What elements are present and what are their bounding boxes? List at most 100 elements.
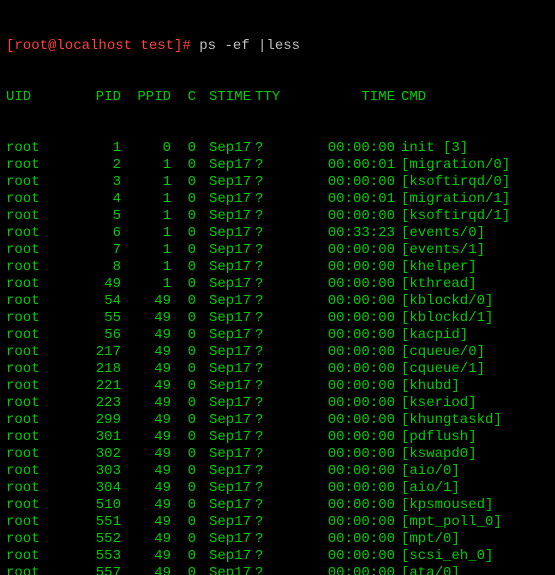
cell-cmd: [scsi_eh_0] [395,548,493,565]
cell-pid: 2 [66,157,121,174]
cell-tty: ? [251,157,285,174]
cell-tty: ? [251,327,285,344]
process-row: root610Sep17?00:33:23[events/0] [6,225,549,242]
cell-tty: ? [251,276,285,293]
cell-time: 00:00:01 [320,191,395,208]
cell-c: 0 [171,242,196,259]
cell-time: 00:00:00 [320,497,395,514]
prompt-command: ps -ef |less [199,38,300,54]
process-row: root557490Sep17?00:00:00[ata/0] [6,565,549,575]
cell-c: 0 [171,378,196,395]
hdr-pid: PID [66,89,121,106]
cell-stime: Sep17 [196,446,251,463]
cell-stime: Sep17 [196,429,251,446]
cell-stime: Sep17 [196,327,251,344]
cell-stime: Sep17 [196,310,251,327]
cell-stime: Sep17 [196,191,251,208]
prompt-hash: # [182,38,190,54]
cell-time: 00:00:00 [320,514,395,531]
cell-pid: 304 [66,480,121,497]
cell-uid: root [6,225,66,242]
cell-ppid: 1 [121,276,171,293]
cell-ppid: 1 [121,208,171,225]
process-row: root221490Sep17?00:00:00[khubd] [6,378,549,395]
cell-uid: root [6,293,66,310]
cell-ppid: 0 [121,140,171,157]
cell-c: 0 [171,174,196,191]
cell-stime: Sep17 [196,548,251,565]
process-row: root302490Sep17?00:00:00[kswapd0] [6,446,549,463]
cell-pid: 1 [66,140,121,157]
cell-ppid: 49 [121,480,171,497]
cell-uid: root [6,140,66,157]
cell-time: 00:00:00 [320,378,395,395]
terminal-window[interactable]: [root@localhost test]# ps -ef |less UIDP… [0,0,555,575]
cell-cmd: [events/0] [395,225,485,242]
cell-ppid: 49 [121,412,171,429]
cell-uid: root [6,531,66,548]
cell-cmd: [kpsmoused] [395,497,493,514]
cell-stime: Sep17 [196,531,251,548]
cell-uid: root [6,157,66,174]
cell-uid: root [6,463,66,480]
cell-ppid: 1 [121,259,171,276]
cell-time: 00:00:00 [320,327,395,344]
cell-pid: 8 [66,259,121,276]
cell-stime: Sep17 [196,225,251,242]
cell-stime: Sep17 [196,276,251,293]
cell-time: 00:00:00 [320,446,395,463]
cell-cmd: [ksoftirqd/0] [395,174,510,191]
cell-tty: ? [251,497,285,514]
cell-uid: root [6,276,66,293]
cell-stime: Sep17 [196,565,251,575]
cell-cmd: [khubd] [395,378,460,395]
cell-c: 0 [171,208,196,225]
cell-c: 0 [171,327,196,344]
cell-c: 0 [171,463,196,480]
cell-uid: root [6,429,66,446]
cell-tty: ? [251,395,285,412]
cell-c: 0 [171,497,196,514]
cell-tty: ? [251,480,285,497]
cell-cmd: [kblockd/0] [395,293,493,310]
cell-pid: 56 [66,327,121,344]
cell-tty: ? [251,140,285,157]
cell-pid: 553 [66,548,121,565]
hdr-tty: TTY [251,89,285,106]
cell-ppid: 1 [121,225,171,242]
cell-ppid: 49 [121,531,171,548]
cell-pid: 3 [66,174,121,191]
cell-tty: ? [251,446,285,463]
cell-cmd: [migration/1] [395,191,510,208]
cell-cmd: [cqueue/1] [395,361,485,378]
cell-ppid: 49 [121,514,171,531]
cell-time: 00:00:00 [320,259,395,276]
cell-tty: ? [251,412,285,429]
cell-stime: Sep17 [196,140,251,157]
cell-pid: 552 [66,531,121,548]
cell-time: 00:00:00 [320,395,395,412]
cell-tty: ? [251,191,285,208]
cell-stime: Sep17 [196,497,251,514]
cell-uid: root [6,565,66,575]
cell-ppid: 1 [121,174,171,191]
cell-cmd: [kswapd0] [395,446,477,463]
cell-tty: ? [251,259,285,276]
cell-ppid: 49 [121,327,171,344]
cell-cmd: [migration/0] [395,157,510,174]
process-row: root303490Sep17?00:00:00[aio/0] [6,463,549,480]
cell-uid: root [6,208,66,225]
cell-cmd: [kseriod] [395,395,477,412]
cell-time: 00:00:00 [320,208,395,225]
cell-tty: ? [251,463,285,480]
cell-tty: ? [251,242,285,259]
cell-c: 0 [171,259,196,276]
cell-ppid: 49 [121,497,171,514]
cell-tty: ? [251,429,285,446]
cell-uid: root [6,497,66,514]
cell-pid: 217 [66,344,121,361]
cell-ppid: 49 [121,361,171,378]
cell-ppid: 49 [121,429,171,446]
process-row: root553490Sep17?00:00:00[scsi_eh_0] [6,548,549,565]
cell-c: 0 [171,548,196,565]
